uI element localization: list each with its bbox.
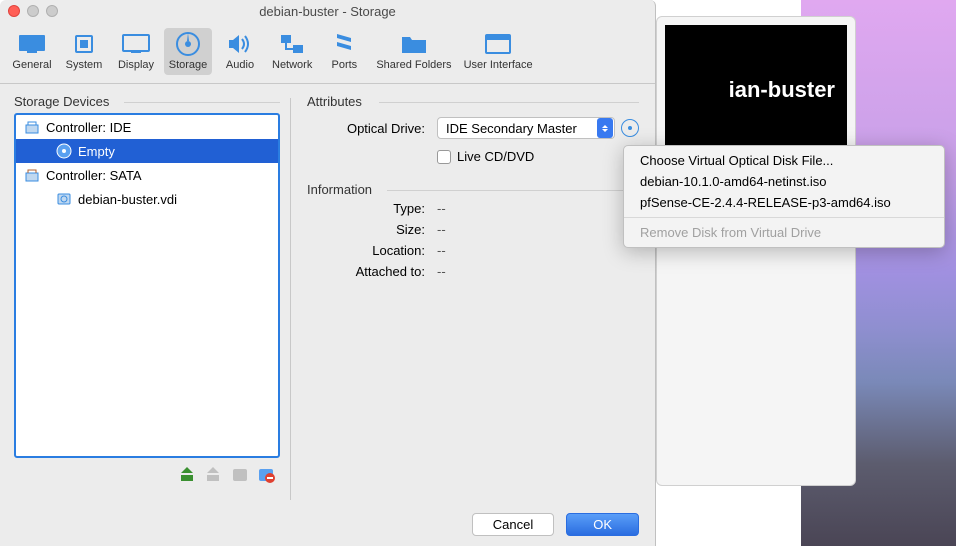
vm-preview-screen: ian-buster (665, 25, 847, 155)
remove-attachment-button[interactable] (256, 464, 276, 484)
storage-icon (172, 32, 204, 56)
tab-system[interactable]: System (60, 28, 108, 75)
size-value: -- (437, 222, 639, 237)
tree-label: Controller: SATA (46, 168, 142, 183)
toolbar: General System Display Storage Audio (0, 22, 655, 84)
select-arrows-icon (597, 118, 613, 138)
zoom-button (46, 5, 58, 17)
tree-label: Empty (78, 144, 115, 159)
tab-label: Ports (332, 59, 358, 71)
window-title: debian-buster - Storage (0, 4, 655, 19)
tab-label: Storage (169, 59, 208, 71)
controller-sata[interactable]: Controller: SATA (16, 163, 278, 187)
tab-network[interactable]: Network (268, 28, 316, 75)
location-label: Location: (307, 243, 437, 258)
type-value: -- (437, 201, 639, 216)
tab-label: Network (272, 59, 312, 71)
hard-disk-vdi[interactable]: debian-buster.vdi (16, 187, 278, 211)
traffic-lights (8, 5, 58, 17)
type-label: Type: (307, 201, 437, 216)
audio-icon (224, 32, 256, 56)
attributes-panel: Attributes Optical Drive: IDE Secondary … (291, 84, 655, 510)
menu-choose-disk[interactable]: Choose Virtual Optical Disk File... (624, 150, 944, 171)
dialog-buttons: Cancel OK (472, 513, 639, 536)
menu-divider (624, 217, 944, 218)
titlebar: debian-buster - Storage (0, 0, 655, 22)
device-tree[interactable]: Controller: IDE Empty Controller: SATA (14, 113, 280, 458)
disc-icon (56, 143, 72, 159)
menu-iso-item[interactable]: pfSense-CE-2.4.4-RELEASE-p3-amd64.iso (624, 192, 944, 213)
device-toolbar (14, 458, 280, 490)
tree-label: Controller: IDE (46, 120, 131, 135)
tab-general[interactable]: General (8, 28, 56, 75)
optical-drive-empty[interactable]: Empty (16, 139, 278, 163)
tab-label: Audio (226, 59, 254, 71)
ui-icon (482, 32, 514, 56)
tab-ports[interactable]: Ports (320, 28, 368, 75)
tab-label: System (66, 59, 103, 71)
minimize-button (27, 5, 39, 17)
choose-disk-button[interactable] (621, 119, 639, 137)
settings-window: debian-buster - Storage General System D… (0, 0, 656, 546)
live-cd-label: Live CD/DVD (457, 149, 534, 164)
size-label: Size: (307, 222, 437, 237)
tab-label: General (12, 59, 51, 71)
attached-label: Attached to: (307, 264, 437, 279)
disk-menu-popup: Choose Virtual Optical Disk File... debi… (623, 145, 945, 248)
menu-remove-disk: Remove Disk from Virtual Drive (624, 222, 944, 243)
display-icon (120, 32, 152, 56)
ide-controller-icon (24, 119, 40, 135)
cancel-button[interactable]: Cancel (472, 513, 554, 536)
close-button[interactable] (8, 5, 20, 17)
tab-shared-folders[interactable]: Shared Folders (372, 28, 455, 75)
add-attachment-button (230, 464, 250, 484)
tab-display[interactable]: Display (112, 28, 160, 75)
select-value: IDE Secondary Master (446, 121, 597, 136)
tab-user-interface[interactable]: User Interface (460, 28, 537, 75)
optical-drive-select[interactable]: IDE Secondary Master (437, 117, 615, 139)
tab-label: Shared Folders (376, 59, 451, 71)
vm-preview-window: ian-buster (656, 16, 856, 486)
hdd-icon (56, 191, 72, 207)
sata-controller-icon (24, 167, 40, 183)
general-icon (16, 32, 48, 56)
controller-ide[interactable]: Controller: IDE (16, 115, 278, 139)
system-icon (68, 32, 100, 56)
tab-storage[interactable]: Storage (164, 28, 212, 75)
location-value: -- (437, 243, 639, 258)
folder-icon (398, 32, 430, 56)
tab-label: Display (118, 59, 154, 71)
tab-label: User Interface (464, 59, 533, 71)
tab-audio[interactable]: Audio (216, 28, 264, 75)
ok-button[interactable]: OK (566, 513, 639, 536)
add-controller-button[interactable] (178, 464, 198, 484)
optical-drive-label: Optical Drive: (307, 121, 437, 136)
tree-label: debian-buster.vdi (78, 192, 177, 207)
network-icon (276, 32, 308, 56)
menu-iso-item[interactable]: debian-10.1.0-amd64-netinst.iso (624, 171, 944, 192)
vm-preview-label: ian-buster (729, 77, 835, 103)
storage-devices-panel: Storage Devices Controller: IDE Empty (0, 84, 290, 510)
ports-icon (328, 32, 360, 56)
live-cd-checkbox[interactable] (437, 150, 451, 164)
attached-value: -- (437, 264, 639, 279)
remove-controller-button (204, 464, 224, 484)
